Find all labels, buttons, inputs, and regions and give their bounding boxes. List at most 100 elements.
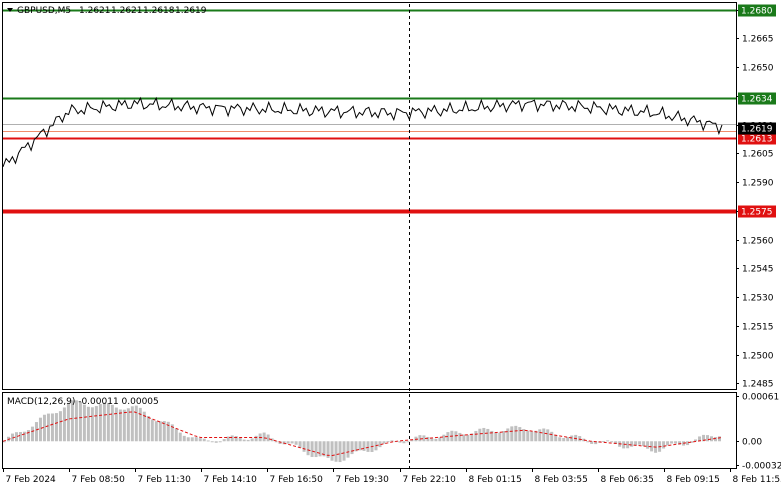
- main-chart-frame: [2, 2, 737, 390]
- macd-histogram-bar: [494, 432, 498, 442]
- macd-histogram-bar: [210, 441, 214, 443]
- macd-histogram-bar: [418, 435, 422, 442]
- macd-histogram-bar: [438, 437, 442, 442]
- macd-axis: 0.00061 0.00 -0.00032: [736, 393, 781, 472]
- macd-histogram-bar: [674, 441, 678, 444]
- macd-histogram-bar: [150, 419, 154, 442]
- macd-histogram-bar: [22, 431, 26, 442]
- macd-histogram-bar: [234, 436, 238, 442]
- macd-histogram-bar: [330, 441, 334, 461]
- time-tick-label: 8 Feb 09:15: [667, 475, 720, 485]
- macd-histogram-bar: [454, 431, 458, 442]
- macd-histogram-bar: [530, 431, 534, 442]
- macd-histogram-bar: [442, 434, 446, 442]
- macd-histogram-bar: [66, 402, 70, 442]
- macd-histogram-bar: [242, 439, 246, 442]
- price-tick-label: 1.2665: [742, 35, 774, 45]
- macd-histogram-bar: [238, 437, 242, 442]
- macd-histogram-bar: [102, 402, 106, 442]
- time-tick-label: 7 Feb 08:50: [72, 475, 126, 485]
- macd-histogram-bar: [610, 441, 614, 443]
- trading-terminal: 1.2485 1.2500 1.2515 1.2530 1.2545 1.2560 1.25…: [2, 2, 781, 485]
- time-tick-label: 8 Feb 06:35: [601, 475, 654, 485]
- macd-histogram-bar: [306, 441, 310, 456]
- ohlc-close: 1.2619: [175, 6, 207, 16]
- macd-histogram-bar: [390, 440, 394, 442]
- macd-histogram-bar: [562, 437, 566, 442]
- macd-histogram-bar: [294, 441, 298, 445]
- macd-histogram-bar: [134, 405, 138, 442]
- macd-histogram-bar: [670, 441, 674, 444]
- macd-histogram-bar: [190, 437, 194, 442]
- time-tick-label: 7 Feb 19:30: [336, 475, 390, 485]
- time-tick-label: 7 Feb 16:50: [270, 475, 324, 485]
- time-tick-label: 7 Feb 11:30: [138, 475, 192, 485]
- macd-histogram-bar: [50, 413, 54, 442]
- time-axis[interactable]: 7 Feb 2024 7 Feb 08:50 7 Feb 11:30 7 Feb 14…: [3, 468, 781, 485]
- macd-histogram-bar: [498, 432, 502, 442]
- macd-histogram-bar: [118, 409, 122, 442]
- price-tick-label: 1.2560: [742, 237, 774, 247]
- macd-histogram-bar: [202, 438, 206, 442]
- macd-histogram-bar: [82, 404, 86, 442]
- macd-histogram-bar: [386, 441, 390, 443]
- macd-histogram-bar: [154, 421, 158, 442]
- macd-histogram-bar: [630, 441, 634, 447]
- macd-histogram-bar: [26, 430, 30, 442]
- macd-histogram-bar: [646, 441, 650, 449]
- time-tick-label: 7 Feb 22:10: [403, 475, 457, 485]
- macd-histogram-bar: [286, 441, 290, 444]
- macd-histogram-bar: [706, 435, 710, 442]
- time-tick-label: 8 Feb 01:15: [469, 475, 522, 485]
- macd-histogram-bar: [94, 406, 98, 442]
- price-axis[interactable]: 1.2485 1.2500 1.2515 1.2530 1.2545 1.2560 1.25…: [736, 7, 774, 390]
- time-tick-label: 8 Feb 03:55: [535, 475, 588, 485]
- macd-histogram-bar: [482, 427, 486, 442]
- macd-histogram-bar: [506, 428, 510, 442]
- price-tick-label: 1.2500: [742, 352, 774, 362]
- macd-histogram-bar: [526, 430, 530, 442]
- macd-histogram-bar: [466, 434, 470, 442]
- macd-histogram-bar: [30, 426, 34, 442]
- macd-histogram-bar: [138, 407, 142, 442]
- macd-histogram-bar: [402, 441, 406, 444]
- macd-histogram-bar: [606, 440, 610, 442]
- macd-histogram-bar: [638, 441, 642, 445]
- macd-histogram-bar: [110, 404, 114, 442]
- macd-label: MACD(12,26,9) -0.00011 0.00005: [7, 397, 159, 407]
- macd-histogram-bar: [186, 437, 190, 442]
- level-tag-label: 1.2613: [741, 135, 773, 145]
- macd-histogram-bar: [222, 439, 226, 442]
- macd-histogram-bar: [302, 441, 306, 452]
- macd-histogram-bar: [214, 441, 218, 443]
- macd-histogram-bar: [182, 435, 186, 442]
- macd-histogram-bar: [206, 440, 210, 442]
- macd-histogram-bar: [314, 441, 318, 458]
- macd-histogram-bar: [558, 437, 562, 442]
- macd-histogram-bar: [714, 437, 718, 442]
- macd-histogram-bar: [218, 441, 222, 443]
- symbol-label: GBPUSD,M5: [17, 6, 71, 16]
- macd-histogram-bar: [126, 408, 130, 442]
- macd-histogram-bar: [586, 441, 590, 443]
- price-tick-label: 1.2650: [742, 64, 774, 74]
- price-tick-label: 1.2605: [742, 150, 774, 160]
- macd-histogram-bar: [254, 435, 258, 442]
- macd-histogram-bar: [58, 411, 62, 442]
- macd-histogram-bar: [318, 441, 322, 457]
- macd-histogram-bar: [686, 441, 690, 446]
- macd-histogram-bar: [486, 428, 490, 442]
- macd-histogram-bar: [662, 441, 666, 449]
- ohlc-low: 1.2618: [143, 6, 175, 16]
- macd-histogram-bar: [262, 432, 266, 442]
- price-tick-label: 1.2545: [742, 265, 774, 275]
- macd-histogram-bar: [518, 427, 522, 442]
- macd-histogram-bar: [578, 436, 582, 442]
- macd-histogram-bar: [426, 436, 430, 442]
- macd-histogram-bar: [406, 441, 410, 443]
- ohlc-high: 1.2621: [111, 6, 143, 16]
- macd-histogram-bar: [178, 432, 182, 442]
- macd-histogram-bar: [246, 439, 250, 442]
- macd-histogram-bar: [250, 438, 254, 442]
- macd-histogram-bar: [430, 438, 434, 442]
